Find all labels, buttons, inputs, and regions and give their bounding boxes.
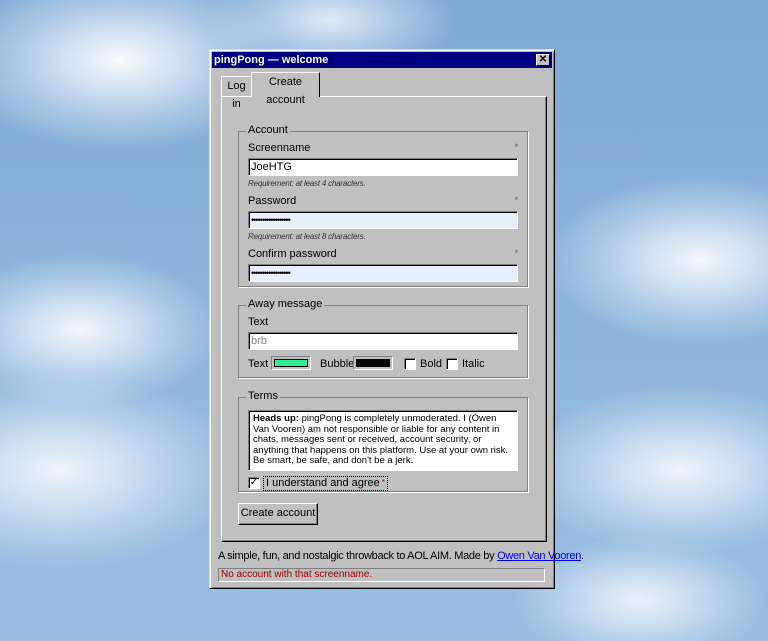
password-label: Password xyxy=(248,195,297,207)
tab-log-in[interactable]: Log in xyxy=(221,76,252,110)
away-message-legend: Away message xyxy=(246,298,325,310)
welcome-window: pingPong — welcome ✕ Log in Create accou… xyxy=(209,49,584,589)
bubble-color-picker[interactable] xyxy=(353,356,393,370)
close-icon[interactable]: ✕ xyxy=(536,54,550,66)
text-color-swatch xyxy=(274,359,308,367)
author-link[interactable]: Owen Van Vooren xyxy=(497,550,581,562)
terms-legend: Terms xyxy=(246,390,280,402)
terms-text-box: Heads up: pingPong is completely unmoder… xyxy=(248,410,518,471)
password-input[interactable]: •••••••••••••••••• xyxy=(248,211,518,229)
agree-label-text: I understand and agree xyxy=(266,477,380,489)
bubble-color-swatch xyxy=(356,359,390,367)
create-account-button[interactable]: Create account xyxy=(238,503,318,525)
terms-group: Terms Heads up: pingPong is completely u… xyxy=(238,390,528,492)
confirm-password-label: Confirm password xyxy=(248,248,337,260)
window-title: pingPong — welcome xyxy=(214,54,329,66)
text-color-label: Text xyxy=(248,358,269,370)
screenname-input[interactable]: JoeHTG xyxy=(248,158,518,176)
footer-description: A simple, fun, and nostalgic throwback t… xyxy=(218,550,498,562)
away-text-label: Text xyxy=(248,316,269,328)
text-color-picker[interactable] xyxy=(271,356,311,370)
footer-period: . xyxy=(581,550,584,562)
screenname-required-mark: * xyxy=(514,142,518,152)
footer-text: A simple, fun, and nostalgic throwback t… xyxy=(218,550,584,562)
confirm-password-input[interactable]: •••••••••••••••••• xyxy=(248,264,518,282)
away-message-group: Away message Text brb Text Bubble Bold I… xyxy=(238,298,528,378)
agree-required-mark: * xyxy=(381,478,385,487)
bold-label: Bold xyxy=(420,358,443,370)
italic-checkbox[interactable] xyxy=(446,358,458,370)
terms-heading: Heads up: xyxy=(253,413,299,424)
status-bar: No account with that screenname. xyxy=(218,568,545,582)
title-bar: pingPong — welcome ✕ xyxy=(212,52,552,68)
away-text-input[interactable]: brb xyxy=(248,332,518,350)
account-legend: Account xyxy=(246,124,290,136)
password-hint: Requirement: at least 8 characters. xyxy=(248,232,366,241)
italic-label: Italic xyxy=(462,358,485,370)
bubble-color-label: Bubble xyxy=(320,358,355,370)
agree-checkbox[interactable]: ✓ xyxy=(248,477,260,489)
password-required-mark: * xyxy=(514,195,518,205)
bold-checkbox[interactable] xyxy=(404,358,416,370)
tab-create-account[interactable]: Create account xyxy=(251,72,320,106)
confirm-password-required-mark: * xyxy=(514,248,518,258)
screenname-label: Screenname xyxy=(248,142,311,154)
agree-label[interactable]: I understand and agree * xyxy=(263,476,388,491)
account-group: Account Screenname * JoeHTG Requirement:… xyxy=(238,124,528,287)
create-account-panel: Account Screenname * JoeHTG Requirement:… xyxy=(221,96,547,542)
screenname-hint: Requirement: at least 4 characters. xyxy=(248,179,366,188)
